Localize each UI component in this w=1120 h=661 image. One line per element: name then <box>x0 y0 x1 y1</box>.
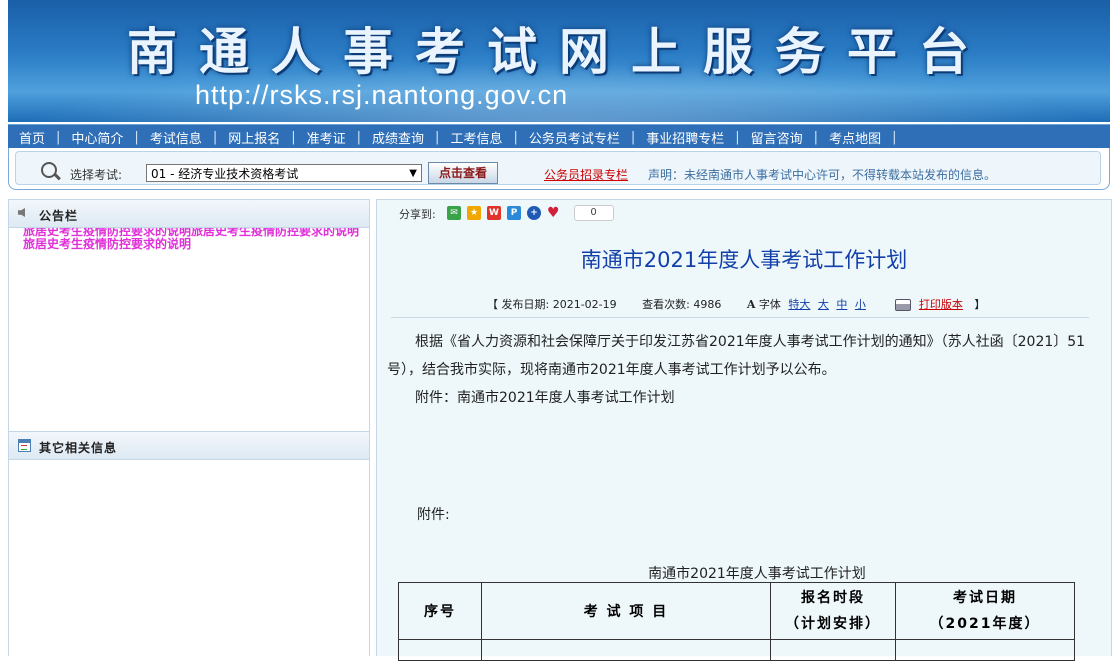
weibo-share-icon[interactable]: W <box>487 206 501 220</box>
other-info-title: 其它相关信息 <box>39 441 118 455</box>
tencent-share-icon[interactable]: P <box>507 206 521 220</box>
nav-item-exam-info[interactable]: 考试信息 <box>139 128 213 147</box>
article-body: 根据《省人力资源和社会保障厅关于印发江苏省2021年度人事考试工作计划的通知》（… <box>387 328 1093 412</box>
site-title: 南通人事考试网上服务平台 <box>127 22 991 81</box>
table-header-no: 序号 <box>398 582 482 640</box>
table-cell <box>398 639 482 661</box>
table-header-date-1: 考试日期 <box>953 590 1017 606</box>
view-count: 查看次数: 4986 <box>642 298 722 311</box>
other-info-panel: 其它相关信息 <box>9 431 369 460</box>
nav-item-exam-map[interactable]: 考点地图 <box>818 128 892 147</box>
exam-plan-table: 序号 考 试 项 目 报名时段 （计划安排） 考试日期 （2021年度） <box>398 582 1075 661</box>
qzone-share-icon[interactable]: ★ <box>467 206 481 220</box>
article-paragraph: 根据《省人力资源和社会保障厅关于印发江苏省2021年度人事考试工作计划的通知》（… <box>387 334 1086 378</box>
font-size-label: 字体 <box>758 298 781 311</box>
page: 南通人事考试网上服务平台 http://rsks.rsj.nantong.gov… <box>0 0 1120 661</box>
nav-item-message[interactable]: 留言咨询 <box>740 128 814 147</box>
nav-item-worker-exam[interactable]: 工考信息 <box>439 128 513 147</box>
table-cell <box>770 639 896 661</box>
view-exam-button[interactable]: 点击查看 <box>428 162 498 184</box>
table-header-date: 考试日期 （2021年度） <box>895 582 1075 640</box>
table-cell <box>895 639 1075 661</box>
divider <box>391 317 1089 318</box>
copyright-notice: 声明：未经南通市人事考试中心许可，不得转载本站发布的信息。 <box>648 168 997 182</box>
dropdown-arrow-icon: ▼ <box>409 168 417 179</box>
font-size-small[interactable]: 小 <box>855 298 866 311</box>
article-panel: 分享到: ✉ ★ W P + ♥ 0 南通市2021年度人事考试工作计划 【 发… <box>376 199 1112 661</box>
article-meta: 【 发布日期: 2021-02-19 查看次数: 4986 A 字体 特大 大 … <box>487 296 985 312</box>
nav-item-online-signup[interactable]: 网上报名 <box>217 128 291 147</box>
main-nav: 首页 | 中心简介 | 考试信息 | 网上报名 | 准考证 | 成绩查询 | 工考信息 | 公… <box>8 124 1110 149</box>
table-header-project: 考 试 项 目 <box>481 582 771 640</box>
search-icon <box>41 162 57 178</box>
table-header-signup-1: 报名时段 <box>801 590 865 606</box>
meta-close-bracket: 】 <box>974 298 986 311</box>
nav-separator: | <box>892 129 897 145</box>
speaker-icon <box>18 208 25 217</box>
attachment-label: 附件: <box>417 507 450 523</box>
site-banner: 南通人事考试网上服务平台 http://rsks.rsj.nantong.gov… <box>8 0 1110 122</box>
table-header-date-2: （2021年度） <box>929 616 1041 632</box>
exam-select-label: 选择考试: <box>70 168 123 182</box>
share-icons: ✉ ★ W P + ♥ 0 <box>447 205 614 221</box>
table-header-signup-2: （计划安排） <box>785 616 881 632</box>
share-label: 分享到: <box>399 208 436 221</box>
font-size-medium[interactable]: 中 <box>836 298 847 311</box>
table-header-signup: 报名时段 （计划安排） <box>770 582 896 640</box>
civil-service-recruit-link[interactable]: 公务员招录专栏 <box>544 166 628 183</box>
calendar-icon <box>18 439 31 452</box>
publish-date: 【 发布日期: 2021-02-19 <box>487 298 617 311</box>
left-sidebar: 公告栏 旅居史考生疫情防控要求的说明旅居史考生疫情防控要求的说明 旅居史考生疫情… <box>8 199 370 656</box>
favorite-heart-icon[interactable]: ♥ <box>547 206 560 220</box>
wechat-share-icon[interactable]: ✉ <box>447 206 461 220</box>
announcement-list: 旅居史考生疫情防控要求的说明旅居史考生疫情防控要求的说明 旅居史考生疫情防控要求… <box>9 228 369 428</box>
announcement-title: 公告栏 <box>39 209 79 223</box>
exam-select-value: 01 - 经济专业技术资格考试 <box>151 167 299 181</box>
nav-item-about[interactable]: 中心简介 <box>60 128 134 147</box>
exam-select-inner: 选择考试: 01 - 经济专业技术资格考试 ▼ 点击查看 公务员招录专栏 声明：… <box>15 151 1101 185</box>
font-size-large[interactable]: 大 <box>818 298 829 311</box>
nav-item-admission-ticket[interactable]: 准考证 <box>296 128 357 147</box>
announcement-panel-header: 公告栏 <box>9 200 369 228</box>
article-title: 南通市2021年度人事考试工作计划 <box>580 248 908 272</box>
other-info-panel-header: 其它相关信息 <box>9 431 369 460</box>
site-url: http://rsks.rsj.nantong.gov.cn <box>195 80 569 110</box>
nav-item-score-query[interactable]: 成绩查询 <box>361 128 435 147</box>
nav-item-institution-recruit[interactable]: 事业招聘专栏 <box>635 128 735 147</box>
font-size-icon: A <box>746 298 756 311</box>
attachment-line: 附件：南通市2021年度人事考试工作计划 <box>415 390 675 406</box>
font-size-xl[interactable]: 特大 <box>788 298 810 311</box>
nav-item-civil-service[interactable]: 公务员考试专栏 <box>518 128 631 147</box>
table-caption: 南通市2021年度人事考试工作计划 <box>648 566 866 582</box>
table-cell <box>481 639 771 661</box>
exam-select-bar: 选择考试: 01 - 经济专业技术资格考试 ▼ 点击查看 公务员招录专栏 声明：… <box>8 148 1110 190</box>
share-count: 0 <box>573 205 614 221</box>
print-version-link[interactable]: 打印版本 <box>919 298 963 311</box>
announcement-item[interactable]: 旅居史考生疫情防控要求的说明 <box>23 235 191 252</box>
exam-select-dropdown[interactable]: 01 - 经济专业技术资格考试 ▼ <box>146 164 422 182</box>
printer-icon <box>895 299 912 311</box>
nav-item-home[interactable]: 首页 <box>8 128 56 147</box>
more-share-icon[interactable]: + <box>527 206 541 220</box>
